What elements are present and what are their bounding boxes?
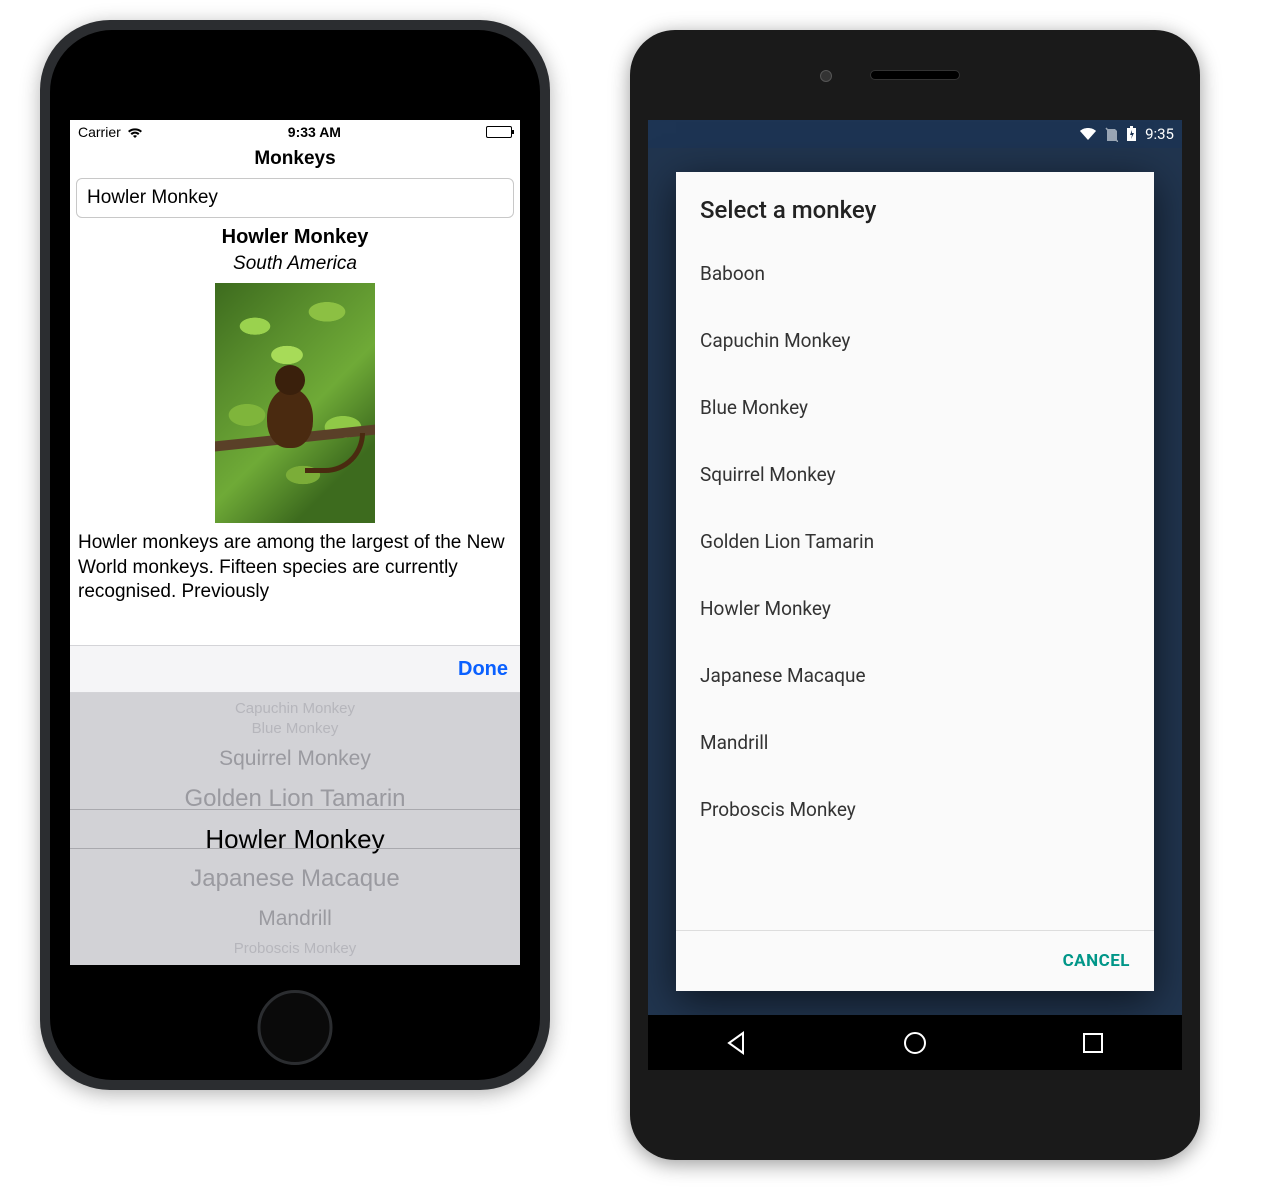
dialog-option[interactable]: Baboon [676,240,1154,307]
battery-icon [486,126,512,138]
battery-charging-icon [1126,126,1137,142]
dialog-option[interactable]: Howler Monkey [676,575,1154,642]
android-nav-bar [648,1015,1182,1070]
picker-option[interactable]: Squirrel Monkey [70,739,520,779]
dialog-option-list[interactable]: Baboon Capuchin Monkey Blue Monkey Squir… [676,240,1154,930]
no-sim-icon [1105,127,1118,142]
page-title: Monkeys [70,144,520,178]
photo-monkey-head [275,365,305,395]
picker-selected-value: Howler Monkey [87,187,218,208]
android-status-bar: 9:35 [648,120,1182,148]
dialog-option[interactable]: Japanese Macaque [676,642,1154,709]
carrier-label: Carrier [78,124,121,140]
picker-option[interactable]: Japanese Macaque [70,859,520,899]
android-screen: 9:35 Select a monkey Baboon Capuchin Mon… [648,120,1182,1070]
dialog-option[interactable]: Mandrill [676,709,1154,776]
detail-region: South America [70,253,520,275]
iphone-device-frame: Carrier 9:33 AM Monkeys Howler Monkey Ho… [40,20,550,1090]
android-device-frame: 9:35 Select a monkey Baboon Capuchin Mon… [630,30,1200,1160]
dialog-option[interactable]: Proboscis Monkey [676,776,1154,843]
home-button[interactable] [901,1029,929,1057]
home-button[interactable] [258,990,333,1065]
wifi-icon [1079,127,1097,141]
cancel-button[interactable]: CANCEL [1051,941,1142,981]
detail-description: Howler monkeys are among the largest of … [70,531,520,605]
photo-monkey-body [267,388,313,448]
clock-label: 9:33 AM [288,124,341,140]
android-front-camera [820,70,832,82]
picker-option[interactable]: Blue Monkey [70,719,520,739]
back-button[interactable] [723,1029,751,1057]
picker-option-selected[interactable]: Howler Monkey [70,819,520,859]
clock-label: 9:35 [1145,125,1174,143]
picker-option[interactable]: Proboscis Monkey [70,939,520,959]
dialog-option[interactable]: Blue Monkey [676,374,1154,441]
picker-option[interactable]: Mandrill [70,899,520,939]
android-content: Select a monkey Baboon Capuchin Monkey B… [648,148,1182,1015]
iphone-screen: Carrier 9:33 AM Monkeys Howler Monkey Ho… [70,120,520,965]
detail-photo [215,283,375,523]
wifi-icon [127,126,143,138]
picker-toolbar: Done [70,645,520,693]
dialog-option[interactable]: Capuchin Monkey [676,307,1154,374]
detail-name: Howler Monkey [70,226,520,249]
iphone-bezel: Carrier 9:33 AM Monkeys Howler Monkey Ho… [50,30,540,1080]
picker-wheel[interactable]: Capuchin Monkey Blue Monkey Squirrel Mon… [70,693,520,965]
dialog-option[interactable]: Squirrel Monkey [676,441,1154,508]
recents-button[interactable] [1079,1029,1107,1057]
android-speaker [870,70,960,80]
ios-status-bar: Carrier 9:33 AM [70,120,520,144]
dialog-actions: CANCEL [676,930,1154,991]
select-monkey-dialog: Select a monkey Baboon Capuchin Monkey B… [676,172,1154,991]
dialog-title: Select a monkey [676,172,1154,240]
monkey-picker-field[interactable]: Howler Monkey [76,178,514,218]
done-button[interactable]: Done [458,658,508,681]
dialog-option[interactable]: Golden Lion Tamarin [676,508,1154,575]
picker-option[interactable]: Capuchin Monkey [70,699,520,719]
picker-option[interactable]: Golden Lion Tamarin [70,779,520,819]
